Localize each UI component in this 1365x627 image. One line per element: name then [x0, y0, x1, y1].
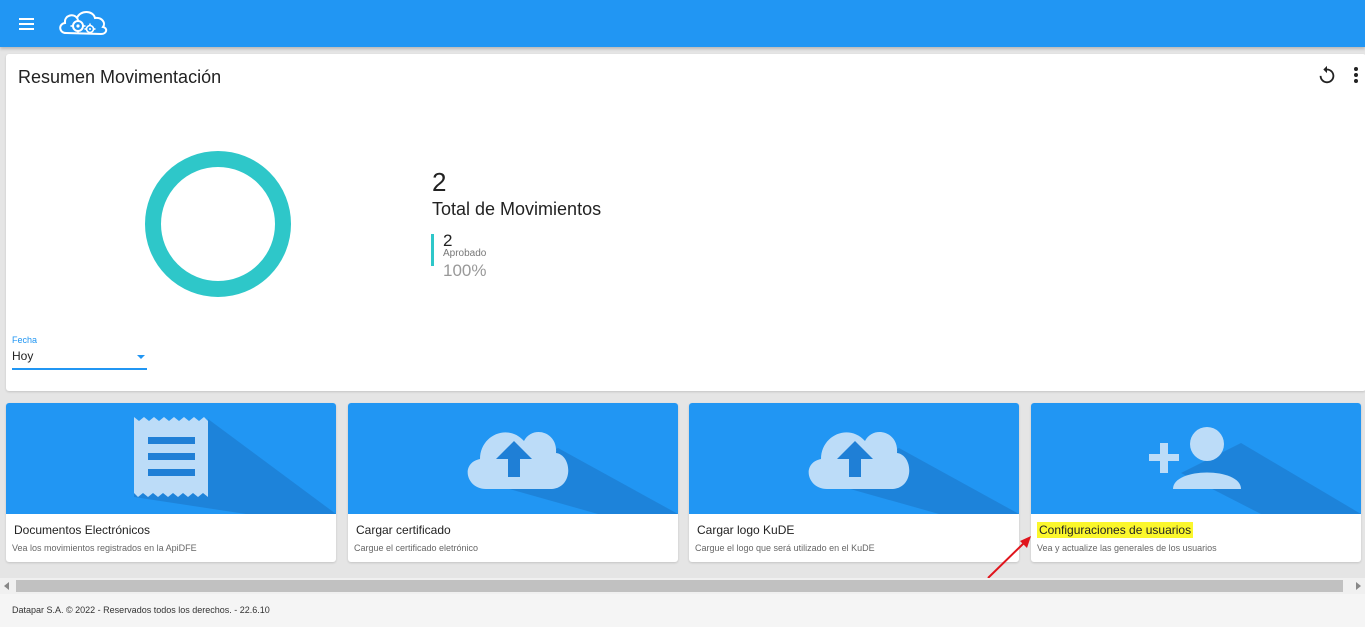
tile-cargar-logo-kude[interactable]: Cargar logo KuDE Cargue el logo que será…	[689, 403, 1019, 562]
summary-title: Resumen Movimentación	[18, 67, 222, 87]
scroll-left-icon[interactable]	[4, 582, 9, 590]
total-movements-value: 2	[432, 167, 447, 197]
tile-title: Cargar certificado	[356, 523, 451, 537]
donut-chart	[145, 151, 291, 297]
date-filter-value: Hoy	[12, 349, 34, 363]
hamburger-menu-icon[interactable]	[14, 13, 40, 35]
legend-color-bar	[431, 234, 434, 266]
tile-description: Cargue el logo que será utilizado en el …	[695, 543, 875, 553]
tile-description: Cargue el certificado eletrónico	[354, 543, 479, 553]
horizontal-scrollbar[interactable]	[0, 578, 1365, 594]
total-movements-label: Total de Movimientos	[432, 199, 602, 219]
summary-card: Resumen Movimentación 2 Total de Movimie…	[6, 54, 1365, 391]
tile-banner	[1031, 403, 1361, 514]
tile-banner	[348, 403, 678, 514]
tile-documentos-electronicos[interactable]: Documentos Electrónicos Vea los movimien…	[6, 403, 336, 562]
cloud-upload-icon	[808, 431, 1019, 514]
refresh-icon[interactable]	[1316, 64, 1338, 86]
cloud-gears-logo[interactable]	[56, 6, 110, 40]
tile-cargar-certificado[interactable]: Cargar certificado Cargue el certificado…	[348, 403, 678, 562]
footer: Datapar S.A. © 2022 - Reservados todos l…	[0, 594, 1365, 627]
top-app-bar	[0, 0, 1365, 47]
person-add-icon	[1149, 427, 1361, 514]
tile-title: Configuraciones de usuarios	[1037, 522, 1194, 538]
footer-text: Datapar S.A. © 2022 - Reservados todos l…	[12, 605, 270, 615]
tile-description: Vea y actualize las generales de los usu…	[1037, 543, 1217, 553]
legend-percent: 100%	[443, 261, 487, 280]
receipt-icon	[134, 417, 336, 514]
scroll-right-icon[interactable]	[1356, 582, 1361, 590]
donut-slice-aprobado[interactable]	[145, 151, 291, 297]
date-filter-label: Fecha	[12, 335, 38, 345]
date-filter-select[interactable]: Hoy	[12, 346, 147, 370]
tile-title: Cargar logo KuDE	[697, 523, 795, 537]
tile-banner	[6, 403, 336, 514]
tile-description: Vea los movimientos registrados en la Ap…	[12, 543, 197, 553]
tile-configuraciones-usuarios[interactable]: Configuraciones de usuarios Vea y actual…	[1031, 403, 1361, 562]
legend-label: Aprobado	[443, 248, 487, 259]
cloud-upload-icon	[467, 431, 678, 514]
more-vert-icon[interactable]	[1346, 64, 1365, 86]
tile-title: Documentos Electrónicos	[14, 523, 151, 537]
tile-banner	[689, 403, 1019, 514]
dropdown-caret-icon	[137, 355, 145, 359]
scrollbar-thumb[interactable]	[16, 580, 1343, 592]
